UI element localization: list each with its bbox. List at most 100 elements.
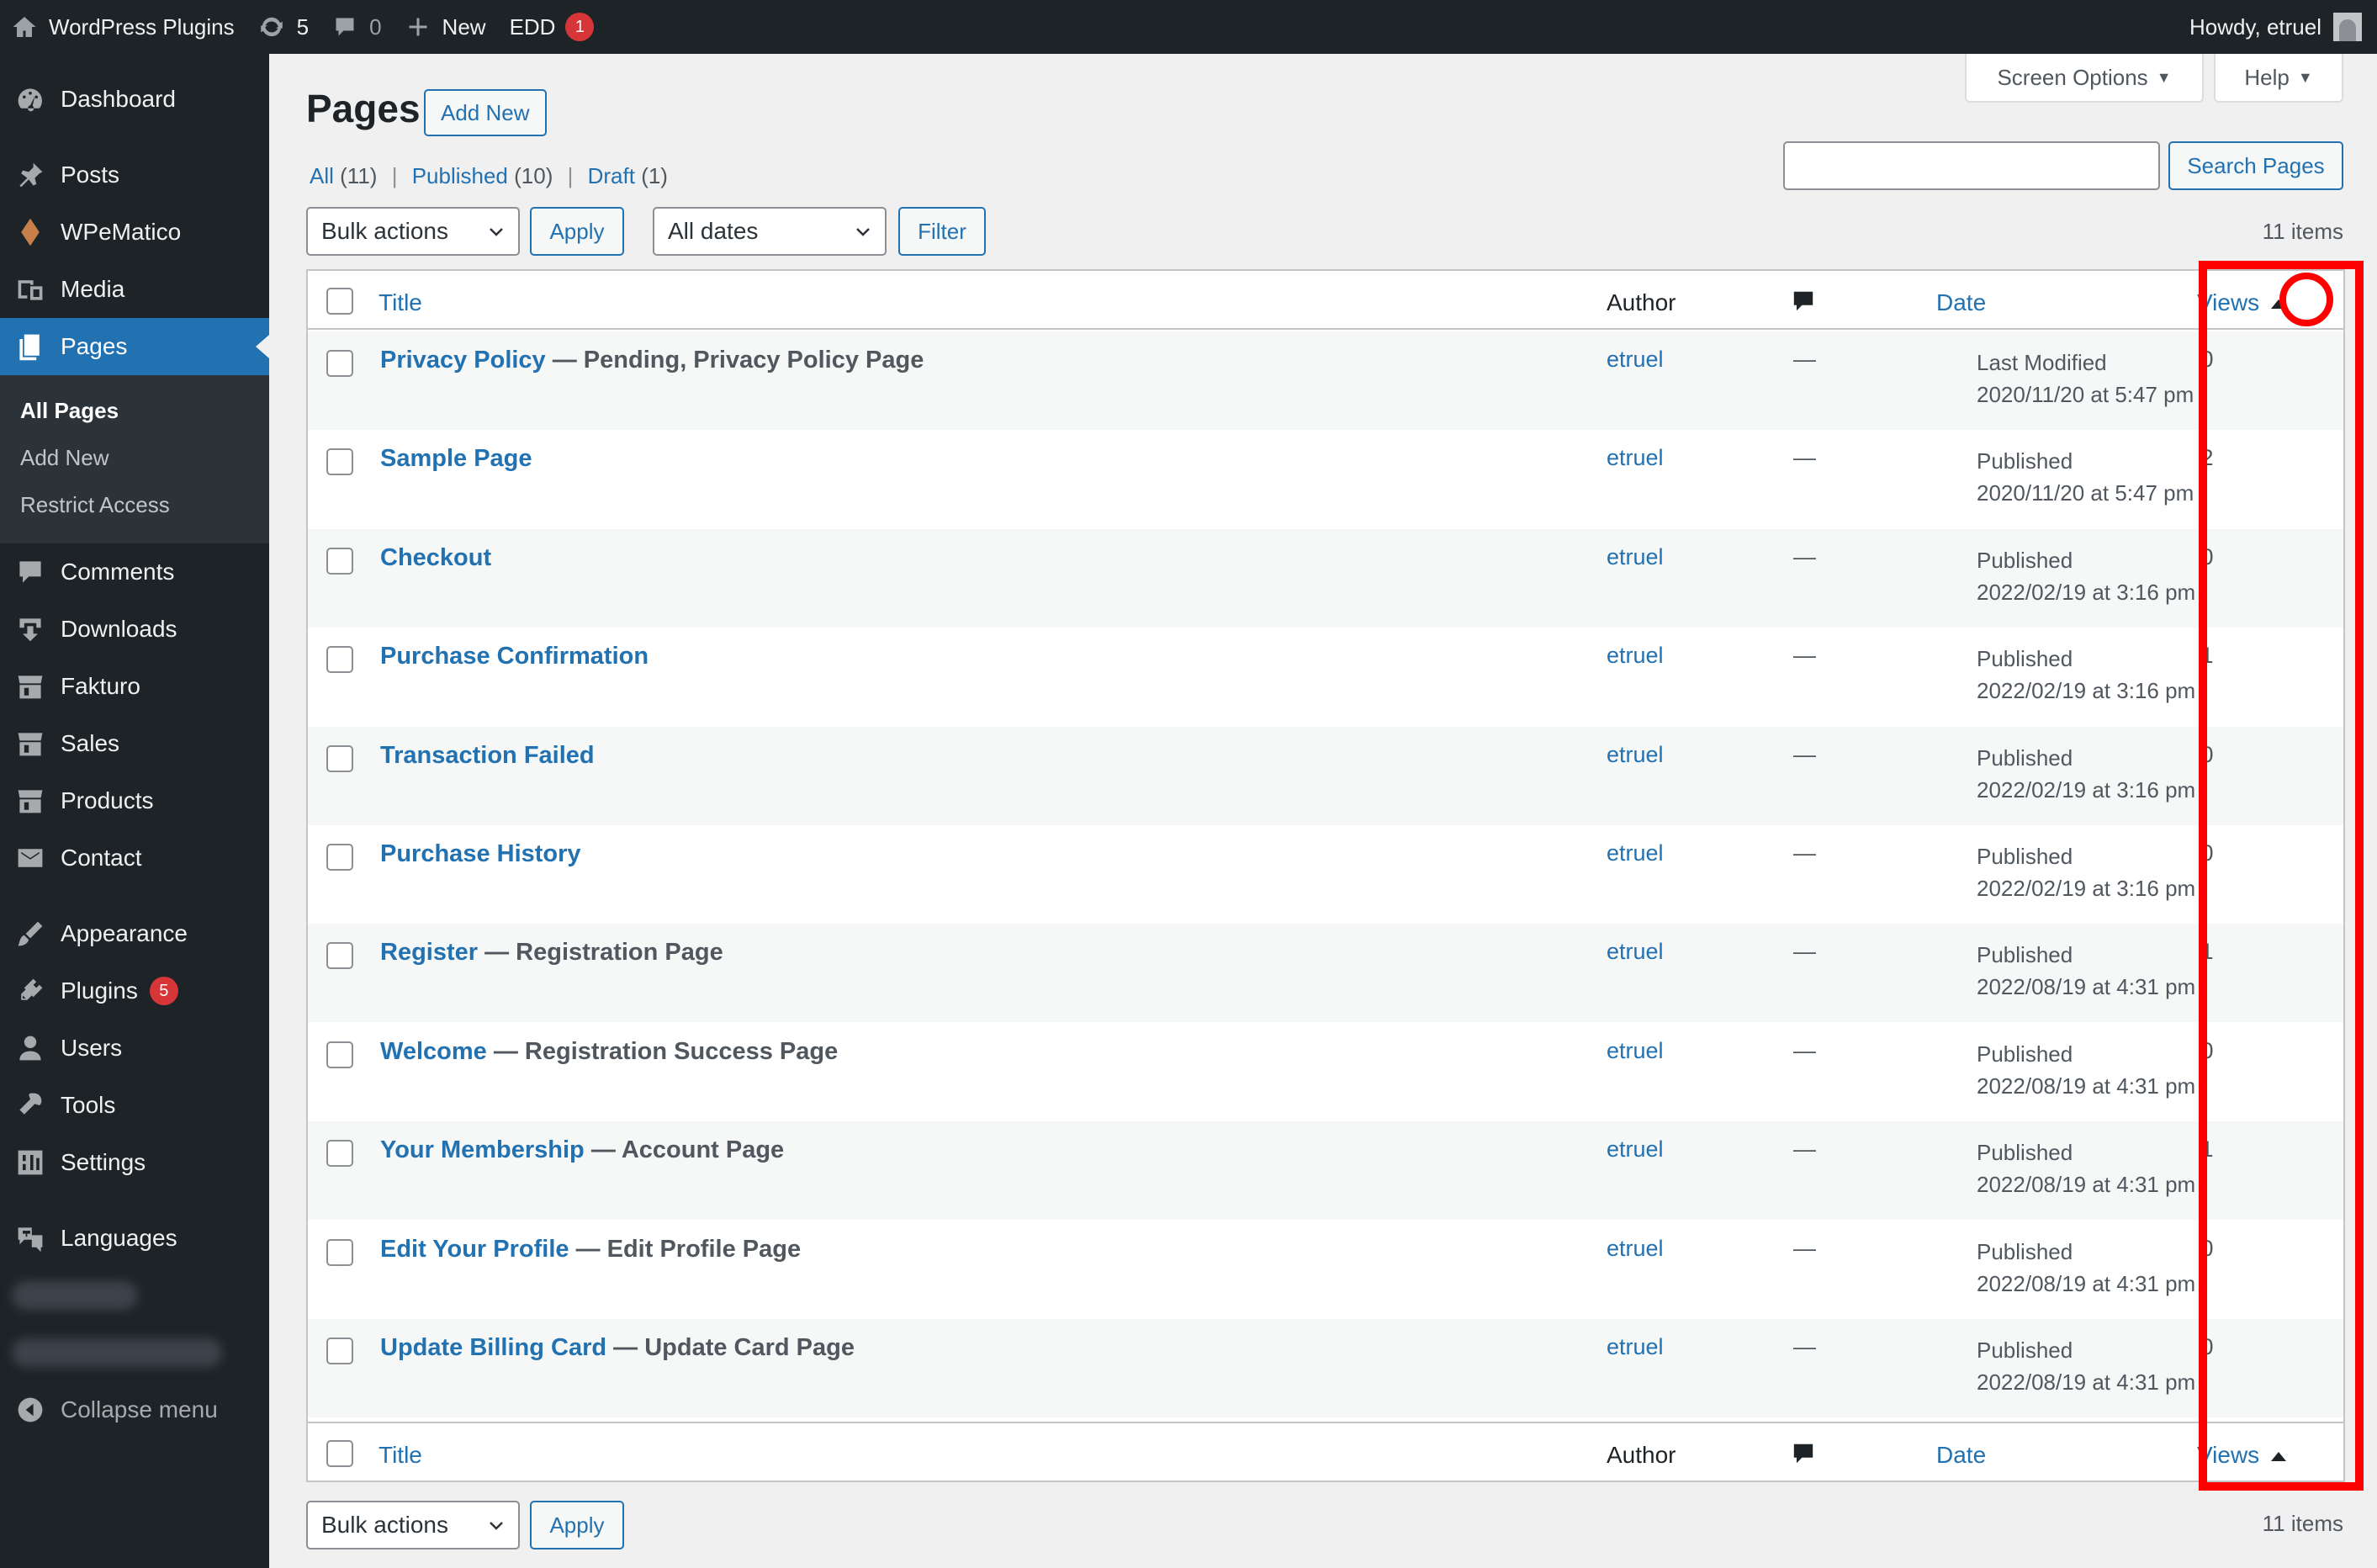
row-date-status: Published bbox=[1977, 547, 2073, 573]
row-author-link[interactable]: etruel bbox=[1607, 840, 1664, 866]
row-date: Published 2022/08/19 at 4:31 pm bbox=[1977, 1038, 2195, 1102]
bulk-actions-select-bottom[interactable]: Bulk actions bbox=[306, 1501, 520, 1549]
column-title-sort-footer[interactable]: Title bbox=[379, 1442, 422, 1469]
row-author-link[interactable]: etruel bbox=[1607, 445, 1664, 471]
menu-users[interactable]: Users bbox=[0, 1020, 269, 1077]
apply-button-bottom[interactable]: Apply bbox=[530, 1501, 624, 1549]
site-name-link[interactable]: WordPress Plugins bbox=[0, 0, 246, 54]
table-row: Purchase History etruel — Published 2022/02/… bbox=[308, 825, 2343, 924]
apply-button[interactable]: Apply bbox=[530, 207, 624, 256]
edd-link[interactable]: EDD 1 bbox=[498, 0, 606, 54]
menu-posts[interactable]: Posts bbox=[0, 146, 269, 204]
row-checkbox[interactable] bbox=[326, 547, 353, 575]
row-author-link[interactable]: etruel bbox=[1607, 347, 1664, 373]
row-comments: — bbox=[1793, 1235, 1816, 1261]
row-checkbox[interactable] bbox=[326, 942, 353, 970]
updates-link[interactable]: 5 bbox=[246, 0, 320, 54]
row-title-link[interactable]: Transaction Failed bbox=[380, 742, 595, 769]
screen-options-button[interactable]: Screen Options ▼ bbox=[1965, 54, 2204, 103]
row-date-status: Published bbox=[1977, 744, 2073, 771]
row-date-status: Published bbox=[1977, 844, 2073, 869]
row-title: Purchase Confirmation bbox=[380, 643, 649, 670]
menu-products[interactable]: Products bbox=[0, 772, 269, 829]
select-all-checkbox-footer[interactable] bbox=[326, 1440, 353, 1467]
row-title-link[interactable]: Register bbox=[380, 939, 478, 966]
menu-sales[interactable]: Sales bbox=[0, 715, 269, 772]
plugins-update-badge: 5 bbox=[149, 977, 178, 1005]
collapse-menu-button[interactable]: Collapse menu bbox=[0, 1381, 269, 1438]
row-title-link[interactable]: Purchase Confirmation bbox=[380, 643, 649, 670]
row-date: Published 2022/02/19 at 3:16 pm bbox=[1977, 840, 2195, 904]
row-checkbox[interactable] bbox=[326, 844, 353, 871]
submenu-restrict-access[interactable]: Restrict Access bbox=[0, 481, 269, 528]
filter-all-link[interactable]: All bbox=[310, 163, 334, 188]
row-author-link[interactable]: etruel bbox=[1607, 1136, 1664, 1163]
filter-published-link[interactable]: Published bbox=[412, 163, 508, 188]
comments-link[interactable]: 0 bbox=[320, 0, 393, 54]
row-title-link[interactable]: Your Membership bbox=[380, 1136, 585, 1163]
menu-contact[interactable]: Contact bbox=[0, 829, 269, 887]
row-title-link[interactable]: Update Billing Card bbox=[380, 1334, 606, 1361]
row-date: Last Modified 2020/11/20 at 5:47 pm bbox=[1977, 347, 2194, 411]
row-author-link[interactable]: etruel bbox=[1607, 1038, 1664, 1064]
submenu-all-pages[interactable]: All Pages bbox=[0, 387, 269, 434]
filter-draft-link[interactable]: Draft bbox=[588, 163, 635, 188]
row-title: Your Membership — Account Page bbox=[380, 1136, 784, 1164]
menu-languages[interactable]: Languages bbox=[0, 1210, 269, 1267]
row-checkbox[interactable] bbox=[326, 1140, 353, 1168]
menu-appearance[interactable]: Appearance bbox=[0, 905, 269, 962]
row-author-link[interactable]: etruel bbox=[1607, 544, 1664, 570]
row-comments: — bbox=[1793, 840, 1816, 866]
row-checkbox[interactable] bbox=[326, 1338, 353, 1364]
row-date-value: 2020/11/20 at 5:47 pm bbox=[1977, 382, 2194, 407]
search-pages-button[interactable]: Search Pages bbox=[2168, 141, 2343, 190]
select-all-checkbox[interactable] bbox=[326, 288, 353, 315]
row-date-status: Published bbox=[1977, 1338, 2073, 1363]
row-author-link[interactable]: etruel bbox=[1607, 742, 1664, 768]
column-title-sort[interactable]: Title bbox=[379, 289, 422, 316]
help-button[interactable]: Help ▼ bbox=[2214, 54, 2343, 103]
row-checkbox[interactable] bbox=[326, 350, 353, 377]
search-pages-input[interactable] bbox=[1783, 141, 2160, 190]
menu-downloads[interactable]: Downloads bbox=[0, 601, 269, 658]
menu-dashboard[interactable]: Dashboard bbox=[0, 71, 269, 128]
row-date-value: 2022/02/19 at 3:16 pm bbox=[1977, 876, 2196, 901]
submenu-add-new[interactable]: Add New bbox=[0, 434, 269, 481]
row-author-link[interactable]: etruel bbox=[1607, 1236, 1664, 1262]
menu-pages[interactable]: Pages bbox=[0, 318, 269, 375]
row-checkbox[interactable] bbox=[326, 1041, 353, 1068]
row-author-link[interactable]: etruel bbox=[1607, 939, 1664, 965]
row-checkbox[interactable] bbox=[326, 646, 353, 674]
menu-tools[interactable]: Tools bbox=[0, 1077, 269, 1134]
comments-icon bbox=[19, 561, 41, 583]
column-date-sort-footer[interactable]: Date bbox=[1936, 1442, 1986, 1469]
row-checkbox[interactable] bbox=[326, 744, 353, 772]
store-icon bbox=[18, 675, 43, 699]
menu-comments[interactable]: Comments bbox=[0, 543, 269, 601]
row-comments: — bbox=[1793, 1037, 1816, 1063]
date-filter-select[interactable]: All dates bbox=[653, 207, 887, 256]
add-new-page-button[interactable]: Add New bbox=[424, 89, 547, 136]
row-title-link[interactable]: Purchase History bbox=[380, 840, 581, 867]
row-checkbox[interactable] bbox=[326, 448, 353, 476]
filter-button[interactable]: Filter bbox=[898, 207, 986, 256]
row-title-link[interactable]: Sample Page bbox=[380, 445, 532, 472]
row-title-link[interactable]: Privacy Policy bbox=[380, 347, 546, 373]
chevron-down-icon bbox=[856, 228, 870, 236]
column-date-sort[interactable]: Date bbox=[1936, 289, 1986, 316]
menu-wpematico[interactable]: WPeMatico bbox=[0, 204, 269, 261]
my-account-link[interactable]: Howdy, etruel bbox=[2178, 0, 2377, 54]
row-title-link[interactable]: Checkout bbox=[380, 544, 491, 571]
menu-plugins[interactable]: Plugins 5 bbox=[0, 962, 269, 1020]
row-author-link[interactable]: etruel bbox=[1607, 1334, 1664, 1360]
menu-media[interactable]: Media bbox=[0, 261, 269, 318]
row-checkbox[interactable] bbox=[326, 1238, 353, 1266]
bulk-actions-select[interactable]: Bulk actions bbox=[306, 207, 520, 256]
row-title-link[interactable]: Edit Your Profile bbox=[380, 1236, 569, 1263]
table-footer: Title Author Date Views bbox=[308, 1422, 2343, 1481]
menu-fakturo[interactable]: Fakturo bbox=[0, 658, 269, 715]
row-title-link[interactable]: Welcome bbox=[380, 1038, 487, 1065]
menu-settings[interactable]: Settings bbox=[0, 1134, 269, 1191]
new-content-link[interactable]: New bbox=[394, 0, 498, 54]
row-author-link[interactable]: etruel bbox=[1607, 643, 1664, 669]
